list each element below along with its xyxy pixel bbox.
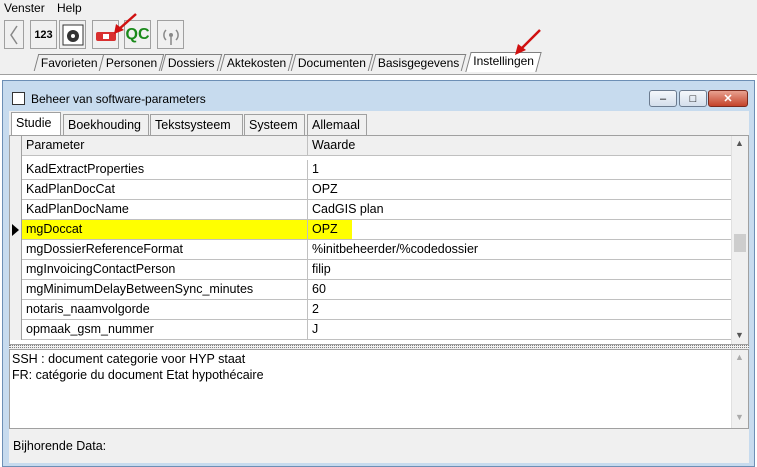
parameters-window: Beheer van software-parameters – □ ✕ Stu… [2,80,755,467]
parameter-grid[interactable]: Parameter Waarde KadExtractProperties 1 … [9,135,749,345]
tab-studie[interactable]: Studie [11,112,61,136]
tab-allemaal[interactable]: Allemaal [307,114,367,135]
tab-systeem[interactable]: Systeem [244,114,305,135]
param-cell[interactable]: mgDossierReferenceFormat [22,240,308,259]
wireless-icon[interactable] [157,20,184,49]
param-cell[interactable]: KadPlanDocCat [22,180,308,199]
tab-aktekosten[interactable]: Aktekosten [219,54,294,71]
grid-header: Parameter Waarde [10,136,732,156]
table-row[interactable]: KadPlanDocName CadGIS plan [10,200,732,220]
value-cell[interactable]: J [308,320,732,339]
table-row[interactable]: KadPlanDocCat OPZ [10,180,732,200]
tab-boekhouding[interactable]: Boekhouding [63,114,149,135]
row-indicator [10,300,22,320]
value-cell[interactable]: filip [308,260,732,279]
grid-scrollbar[interactable]: ▲ ▼ [731,136,748,344]
tab-personen[interactable]: Personen [98,54,165,71]
header-waarde[interactable]: Waarde [308,136,732,155]
scroll-down-icon[interactable]: ▼ [735,412,744,422]
annotation-arrow-icon [114,13,137,34]
annotation-arrow-icon [515,29,541,55]
table-row[interactable]: notaris_naamvolgorde 2 [10,300,732,320]
row-indicator [10,320,22,340]
close-button[interactable]: ✕ [708,90,748,107]
value-cell[interactable]: CadGIS plan [308,200,732,219]
scroll-thumb[interactable] [734,234,746,252]
window-client: Studie Boekhouding Tekstsysteem Systeem … [9,111,749,463]
memo-line: SSH : document categorie voor HYP staat [12,352,246,366]
minimize-button[interactable]: – [649,90,677,107]
menu-venster[interactable]: Venster [4,1,45,15]
row-indicator [10,280,22,300]
footer-label: Bijhorende Data: [13,439,107,453]
scroll-up-icon[interactable]: ▲ [735,352,744,362]
tab-dossiers[interactable]: Dossiers [160,54,222,71]
row-indicator [10,180,22,200]
tab-documenten[interactable]: Documenten [290,54,374,71]
param-cell[interactable]: mgMinimumDelayBetweenSync_minutes [22,280,308,299]
back-arrow-icon[interactable] [4,20,24,49]
param-cell[interactable]: notaris_naamvolgorde [22,300,308,319]
row-indicator [10,160,22,180]
header-parameter[interactable]: Parameter [22,136,308,155]
window-title: Beheer van software-parameters [31,92,206,106]
table-row[interactable]: mgMinimumDelayBetweenSync_minutes 60 [10,280,732,300]
param-cell[interactable]: KadPlanDocName [22,200,308,219]
table-row-selected[interactable]: mgDoccat OPZ [10,220,732,240]
param-cell[interactable]: opmaak_gsm_nummer [22,320,308,339]
table-row[interactable]: KadExtractProperties 1 [10,160,732,180]
row-indicator [10,136,22,156]
scroll-up-icon[interactable]: ▲ [735,138,744,148]
toolbar: 123 QC [0,13,757,50]
scroll-down-icon[interactable]: ▼ [735,330,744,340]
maximize-button[interactable]: □ [679,90,707,107]
memo-line: FR: catégorie du document Etat hypothéca… [12,368,264,382]
row-indicator [10,260,22,280]
window-icon [12,92,25,105]
gear-grid-icon[interactable] [59,20,86,49]
tab-tekstsysteem[interactable]: Tekstsysteem [150,114,243,135]
value-cell[interactable]: 1 [308,160,732,179]
value-cell[interactable]: 60 [308,280,732,299]
value-cell[interactable]: %initbeheerder/%codedossier [308,240,732,259]
value-cell[interactable]: OPZ [308,220,352,239]
memo-scrollbar[interactable]: ▲ ▼ [731,350,748,428]
param-cell[interactable]: mgDoccat [22,220,308,239]
value-cell[interactable]: 2 [308,300,732,319]
numbers-123-icon[interactable]: 123 [30,20,57,49]
tab-favorieten[interactable]: Favorieten [33,54,105,71]
description-memo[interactable]: SSH : document categorie voor HYP staat … [9,349,749,429]
table-row[interactable]: mgInvoicingContactPerson filip [10,260,732,280]
nav-tabs: Favorieten Personen Dossiers Aktekosten … [0,29,757,75]
param-cell[interactable]: mgInvoicingContactPerson [22,260,308,279]
splitter[interactable] [9,345,749,348]
param-cell[interactable]: KadExtractProperties [22,160,308,179]
table-row[interactable]: mgDossierReferenceFormat %initbeheerder/… [10,240,732,260]
menu-help[interactable]: Help [57,1,82,15]
numbers-label: 123 [34,28,53,41]
tab-basisgegevens[interactable]: Basisgegevens [370,54,467,71]
row-indicator [10,200,22,220]
row-pointer-icon [10,220,22,240]
value-cell[interactable]: OPZ [308,180,732,199]
table-row[interactable]: opmaak_gsm_nummer J [10,320,732,340]
row-indicator [10,240,22,260]
